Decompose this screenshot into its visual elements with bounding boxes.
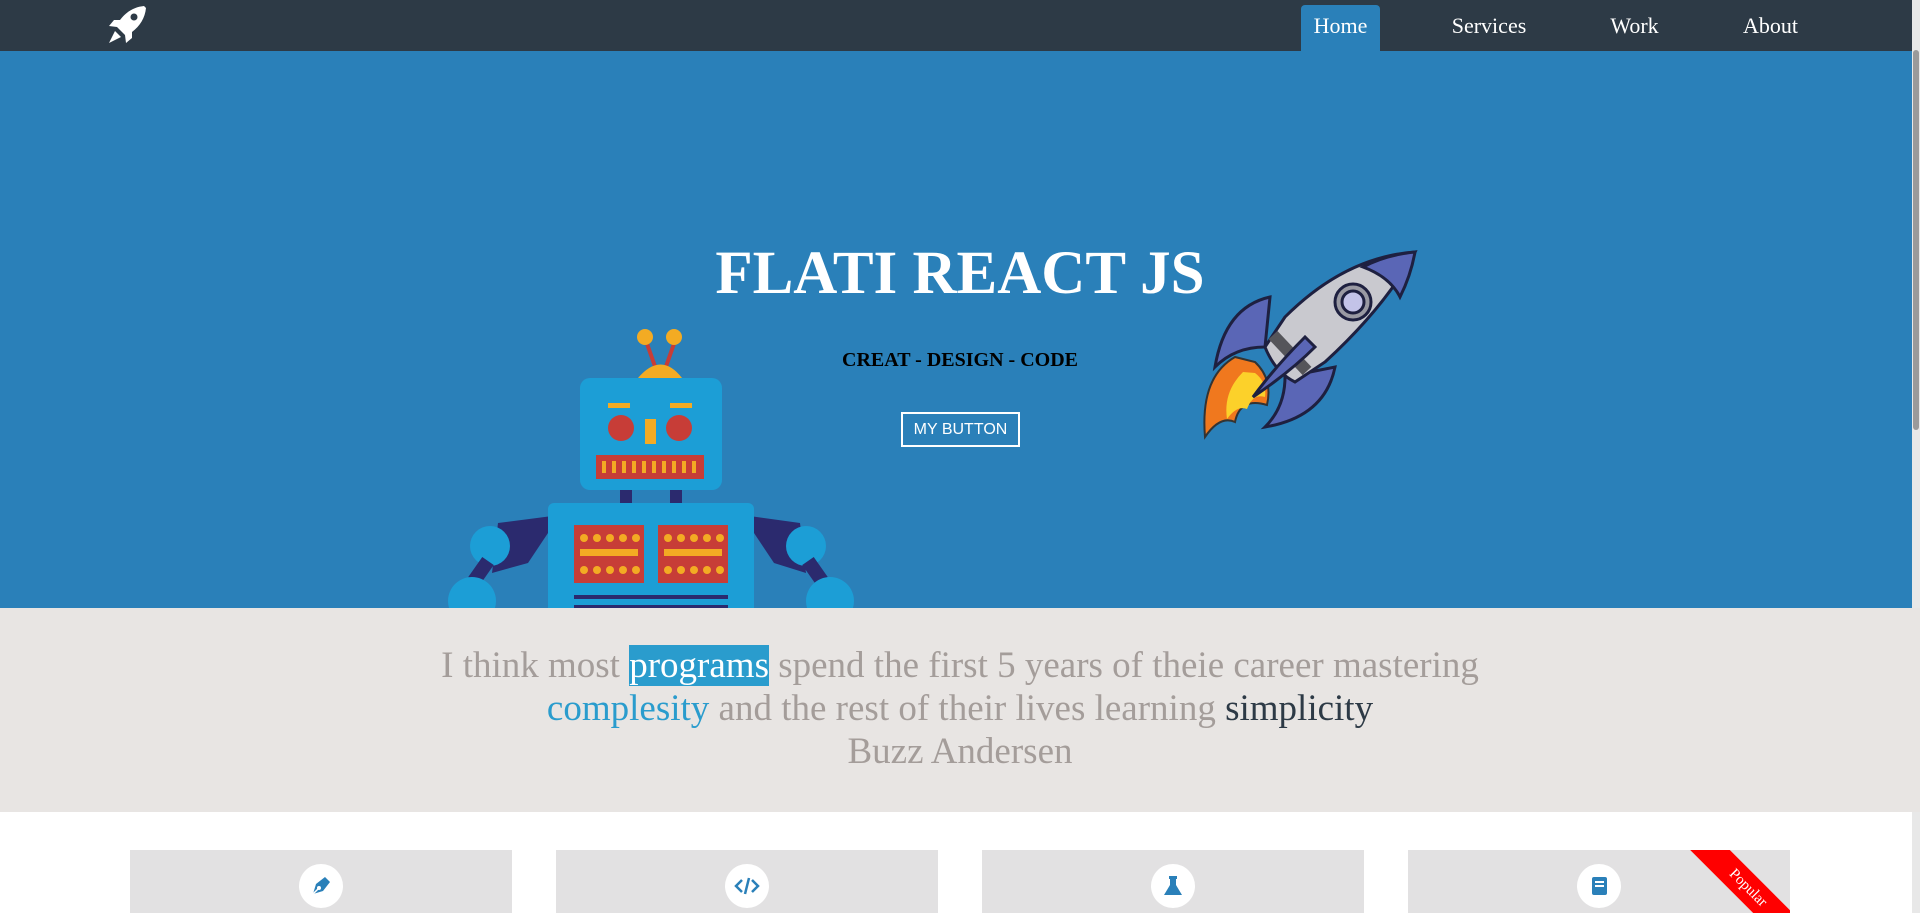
book-icon-badge [1577, 864, 1621, 908]
hero-title: FLATI REACT JS [715, 240, 1205, 307]
service-card-4[interactable]: Popular [1408, 850, 1790, 913]
robot-illustration [448, 329, 854, 608]
quote-author: Buzz Andersen [847, 731, 1073, 772]
quote-highlight: programs [629, 645, 769, 686]
pen-icon-badge [299, 864, 343, 908]
scrollbar-thumb[interactable] [1913, 50, 1919, 430]
quote-part2: spend the first 5 years of theie career … [768, 645, 1479, 686]
pen-icon [312, 877, 330, 895]
flask-icon [1164, 876, 1182, 895]
quote-section: I think most programs spend the first 5 … [0, 608, 1920, 812]
service-card-2[interactable] [556, 850, 938, 913]
rocket-logo-icon[interactable] [106, 4, 148, 46]
hero-subtitle: CREAT - DESIGN - CODE [842, 349, 1078, 371]
quote-text: I think most programs spend the first 5 … [0, 644, 1920, 773]
quote-part1: I think most [441, 645, 630, 686]
book-icon [1592, 877, 1607, 895]
nav-about[interactable]: About [1732, 5, 1809, 51]
popular-ribbon: Popular [1688, 850, 1790, 913]
nav-services[interactable]: Services [1439, 5, 1539, 51]
hero-section: FLATI REACT JS CREAT - DESIGN - CODE MY … [0, 51, 1920, 608]
nav-work[interactable]: Work [1598, 5, 1671, 51]
quote-blue-word: complesity [546, 688, 710, 729]
quote-dark-word: simplicity [1225, 688, 1374, 729]
code-icon [734, 877, 760, 895]
code-icon-badge [725, 864, 769, 908]
hero-button[interactable]: MY BUTTON [901, 412, 1020, 447]
flask-icon-badge [1151, 864, 1195, 908]
nav-home[interactable]: Home [1301, 5, 1380, 51]
service-card-3[interactable] [982, 850, 1364, 913]
service-card-1[interactable] [130, 850, 512, 913]
rocket-illustration [1203, 250, 1418, 440]
top-navbar: Home Services Work About [0, 0, 1920, 51]
quote-part3: and the rest of their lives learning [709, 688, 1226, 729]
